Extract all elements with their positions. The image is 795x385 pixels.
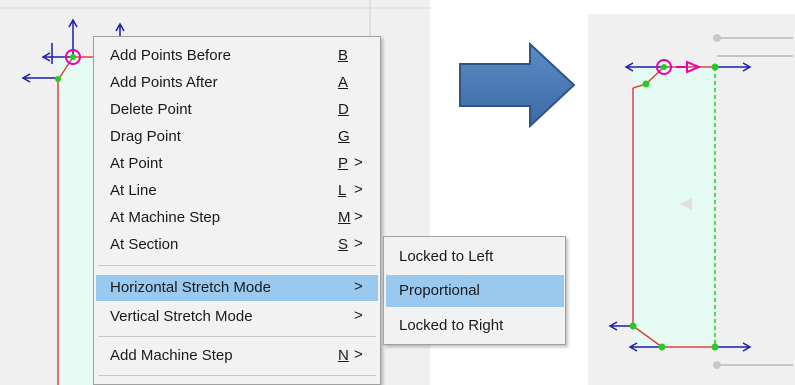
menu-item-label: At Section (110, 236, 179, 253)
menu-item-label: Add Points Before (110, 47, 231, 64)
submenu-item-label: Proportional (399, 282, 480, 299)
menu-item-at-point[interactable]: At Point P > (96, 151, 378, 177)
menu-item-label: At Machine Step (110, 209, 221, 226)
context-menu: Add Points Before B Add Points After A D… (93, 36, 381, 385)
menu-item-label: At Point (110, 155, 163, 172)
original-outline (717, 37, 793, 366)
submenu-arrow-icon: > (354, 208, 363, 225)
menu-item-delete-point[interactable]: Delete Point D (96, 97, 378, 123)
right-profile-drawing (608, 34, 793, 369)
vertex-point[interactable] (55, 76, 61, 82)
submenu-arrow-icon: > (354, 278, 363, 295)
submenu-item-locked-to-left[interactable]: Locked to Left (386, 241, 564, 273)
submenu-item-label: Locked to Right (399, 317, 504, 334)
shortcut-key: S (338, 236, 349, 253)
submenu-item-locked-to-right[interactable]: Locked to Right (386, 310, 564, 342)
menu-item-label: Vertical Stretch Mode (110, 308, 253, 325)
menu-item-add-points-before[interactable]: Add Points Before B (96, 43, 378, 69)
menu-item-drag-point[interactable]: Drag Point G (96, 124, 378, 150)
menu-item-at-machine-step[interactable]: At Machine Step M > (96, 205, 378, 231)
submenu-arrow-icon: > (354, 346, 363, 363)
menu-item-label: Delete Point (110, 101, 192, 118)
stretch-mode-submenu: Locked to Left Proportional Locked to Ri… (383, 236, 566, 345)
submenu-item-label: Locked to Left (399, 248, 494, 265)
transition-arrow-icon (459, 41, 576, 129)
menu-item-vertical-stretch-mode[interactable]: Vertical Stretch Mode > (96, 304, 378, 330)
menu-item-label: At Line (110, 182, 157, 199)
menu-separator (98, 265, 376, 266)
menu-item-at-section[interactable]: At Section S > (96, 232, 378, 258)
submenu-arrow-icon: > (354, 181, 363, 198)
menu-item-label: Add Machine Step (110, 347, 233, 364)
vertex-point[interactable] (70, 54, 76, 60)
menu-separator (98, 375, 376, 376)
menu-item-horizontal-stretch-mode[interactable]: Horizontal Stretch Mode > (96, 275, 378, 301)
shortcut-key: A (338, 74, 349, 91)
shortcut-key: D (338, 101, 349, 118)
menu-separator (98, 336, 376, 337)
shortcut-key: B (338, 47, 349, 64)
shortcut-key: P (338, 155, 349, 172)
menu-item-add-points-after[interactable]: Add Points After A (96, 70, 378, 96)
right-editor-canvas[interactable] (588, 14, 795, 385)
profile-fill (633, 66, 715, 348)
submenu-item-proportional[interactable]: Proportional (386, 275, 564, 307)
menu-item-label: Add Points After (110, 74, 218, 91)
submenu-arrow-icon: > (354, 154, 363, 171)
menu-item-at-line[interactable]: At Line L > (96, 178, 378, 204)
shortcut-key: G (338, 128, 350, 145)
shortcut-key: L (338, 182, 347, 199)
submenu-arrow-icon: > (354, 235, 363, 252)
shortcut-key: N (338, 347, 349, 364)
menu-item-label: Drag Point (110, 128, 181, 145)
profile-fill (58, 58, 94, 385)
shortcut-key: M (338, 209, 351, 226)
menu-item-label: Horizontal Stretch Mode (110, 279, 271, 296)
menu-item-add-machine-step[interactable]: Add Machine Step N > (96, 343, 378, 369)
submenu-arrow-icon: > (354, 307, 363, 324)
